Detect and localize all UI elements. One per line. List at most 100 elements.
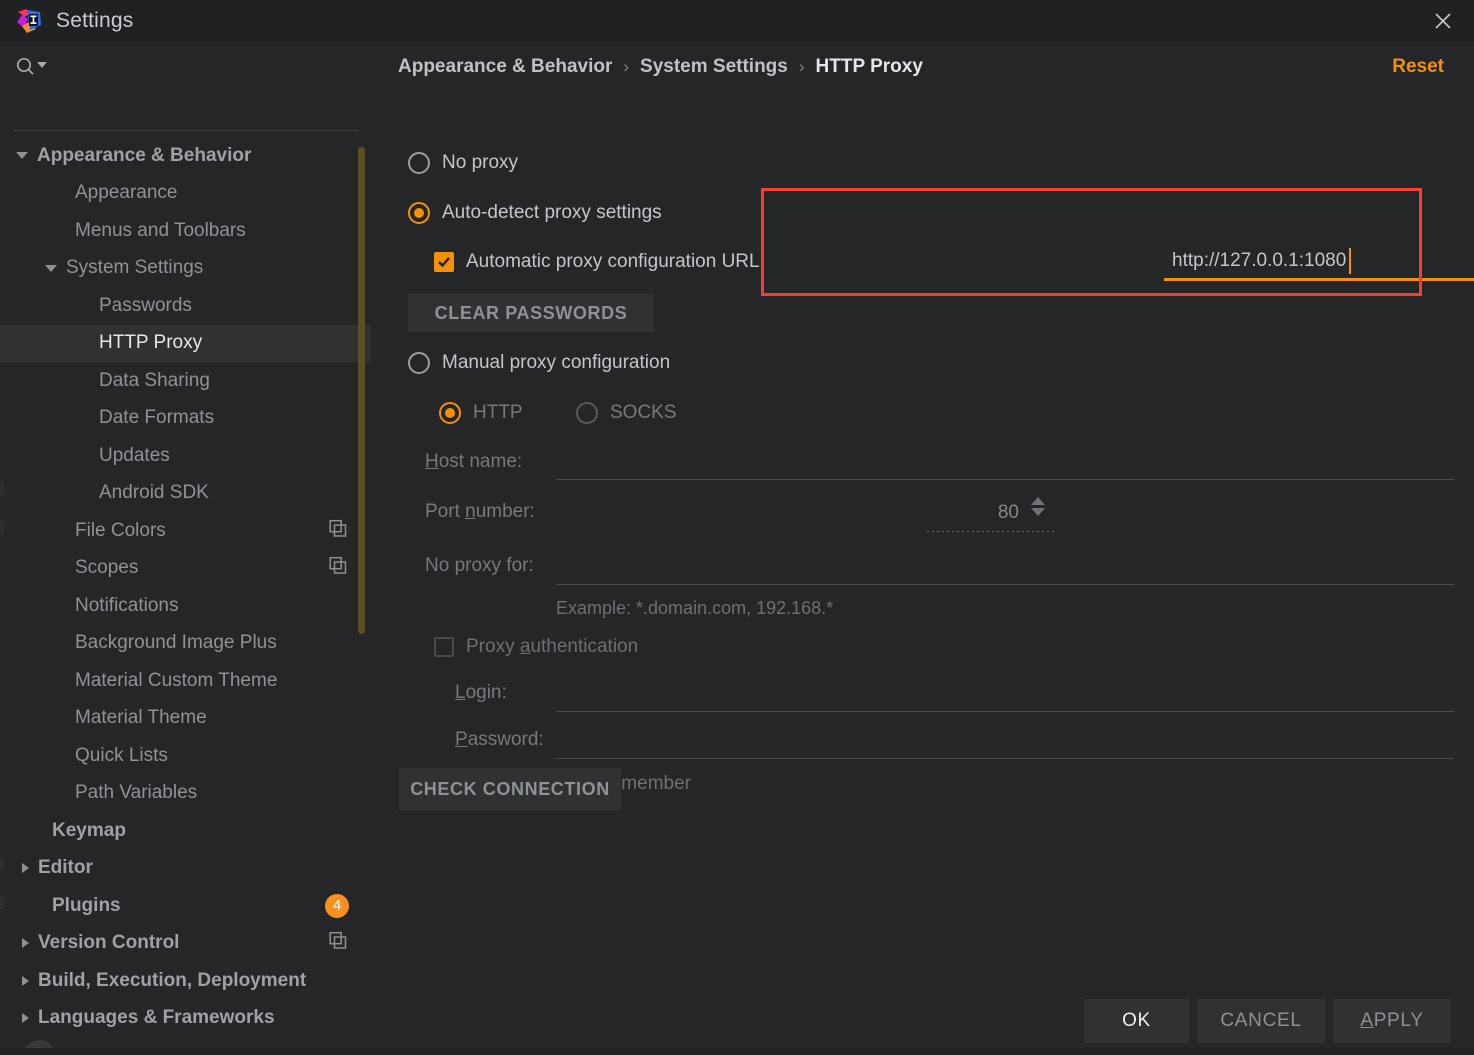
sidebar-item-appearance[interactable]: Appearance: [0, 175, 371, 213]
port-number-label: Port number:: [425, 501, 535, 523]
protocol-socks-radio[interactable]: [576, 402, 598, 424]
breadcrumb-separator: ›: [798, 57, 805, 76]
chevron-right-icon[interactable]: [22, 938, 29, 949]
breadcrumb-level-2[interactable]: System Settings: [640, 56, 788, 78]
copy-icon[interactable]: [329, 557, 347, 580]
background-editor-strip: [0, 1048, 1474, 1055]
no-proxy-for-label: No proxy for:: [425, 555, 534, 576]
protocol-socks-label: SOCKS: [610, 402, 677, 423]
auto-detect-radio[interactable]: [408, 202, 430, 224]
close-icon[interactable]: [1412, 0, 1474, 42]
password-input[interactable]: [556, 726, 1454, 756]
sidebar-item-keymap[interactable]: Keymap: [0, 812, 371, 850]
password-underline: [556, 758, 1454, 759]
sidebar-item-version-control[interactable]: Version Control: [0, 925, 371, 963]
sidebar-item-file-colors[interactable]: File Colors: [0, 512, 371, 550]
sidebar-item-label: Plugins: [52, 894, 121, 916]
chevron-down-icon[interactable]: [1031, 508, 1045, 516]
chevron-right-icon[interactable]: [22, 975, 29, 986]
sidebar-item-quick-lists[interactable]: Quick Lists: [0, 737, 371, 775]
search-icon[interactable]: [15, 55, 49, 79]
clear-passwords-button[interactable]: CLEAR PASSWORDS: [408, 294, 654, 332]
sidebar-item-appearance-behavior[interactable]: Appearance & Behavior: [0, 137, 371, 175]
chevron-down-icon[interactable]: [45, 264, 57, 272]
sidebar-item-path-variables[interactable]: Path Variables: [0, 775, 371, 813]
search-divider: [13, 130, 359, 131]
manual-proxy-radio[interactable]: [408, 352, 430, 374]
sidebar-item-material-theme[interactable]: Material Theme: [0, 700, 371, 738]
proxy-auth-checkbox[interactable]: [434, 637, 454, 657]
sidebar-item-label: System Settings: [66, 257, 204, 279]
auto-config-checkbox-row[interactable]: Automatic proxy configuration URL:: [434, 251, 765, 273]
sidebar-item-passwords[interactable]: Passwords: [0, 287, 371, 325]
auto-config-label: Automatic proxy configuration URL:: [466, 251, 765, 272]
sidebar-item-label: Updates: [99, 444, 170, 466]
copy-icon[interactable]: [329, 932, 347, 955]
sidebar-item-label: Notifications: [75, 594, 179, 616]
protocol-http-radio-row[interactable]: HTTP: [439, 402, 523, 424]
no-proxy-radio-row[interactable]: No proxy: [408, 152, 518, 174]
proxy-auth-checkbox-row[interactable]: Proxy authentication: [434, 636, 638, 658]
sidebar-item-updates[interactable]: Updates: [0, 437, 371, 475]
no-proxy-for-input[interactable]: [556, 552, 1474, 582]
sidebar-item-menus-and-toolbars[interactable]: Menus and Toolbars: [0, 212, 371, 250]
sidebar-item-material-custom-theme[interactable]: Material Custom Theme: [0, 662, 371, 700]
edge-marker: [0, 482, 4, 496]
protocol-socks-radio-row[interactable]: SOCKS: [576, 402, 677, 424]
host-name-input[interactable]: [556, 447, 1454, 477]
window-title: Settings: [56, 9, 134, 32]
auto-config-checkbox[interactable]: [434, 252, 454, 272]
ok-button[interactable]: OK: [1084, 999, 1189, 1043]
sidebar-item-plugins[interactable]: Plugins 4: [0, 887, 371, 925]
sidebar-item-system-settings[interactable]: System Settings: [0, 250, 371, 288]
host-name-label: Host name:: [425, 451, 522, 473]
protocol-http-radio[interactable]: [439, 402, 461, 424]
sidebar-item-editor[interactable]: Editor: [0, 850, 371, 888]
protocol-http-label: HTTP: [473, 402, 523, 423]
cancel-button[interactable]: CANCEL: [1197, 999, 1325, 1043]
sidebar-item-label: Keymap: [52, 819, 126, 841]
password-mnemonic: P: [455, 729, 468, 750]
login-input[interactable]: [556, 679, 1454, 709]
proxy-auth-mnemonic: a: [519, 636, 531, 657]
edge-marker: [0, 895, 4, 909]
no-proxy-radio[interactable]: [408, 152, 430, 174]
port-number-input[interactable]: [927, 498, 1019, 528]
sidebar-scrollbar[interactable]: [358, 147, 365, 634]
chevron-right-icon[interactable]: [22, 863, 29, 874]
sidebar-item-scopes[interactable]: Scopes: [0, 550, 371, 588]
sidebar-item-label: Appearance: [75, 182, 178, 204]
chevron-down-icon[interactable]: [37, 62, 47, 68]
copy-icon[interactable]: [329, 519, 347, 542]
chevron-up-icon[interactable]: [1031, 497, 1045, 505]
login-underline: [556, 711, 1454, 712]
sidebar-item-http-proxy[interactable]: HTTP Proxy: [0, 324, 371, 362]
check-connection-button[interactable]: CHECK CONNECTION: [399, 768, 621, 810]
search-input[interactable]: [56, 56, 352, 82]
sidebar-item-label: Version Control: [38, 932, 180, 954]
breadcrumb-separator: ›: [623, 57, 630, 76]
manual-proxy-radio-row[interactable]: Manual proxy configuration: [408, 352, 670, 374]
port-number-label-post: umber:: [475, 501, 535, 522]
host-name-underline: [556, 479, 1454, 480]
apply-label-post: PPLY: [1373, 1010, 1424, 1031]
sidebar-item-background-image-plus[interactable]: Background Image Plus: [0, 625, 371, 663]
port-number-label-pre: Port: [425, 501, 466, 522]
sidebar-item-notifications[interactable]: Notifications: [0, 587, 371, 625]
auto-detect-radio-row[interactable]: Auto-detect proxy settings: [408, 202, 662, 224]
reset-link[interactable]: Reset: [1392, 56, 1444, 78]
sidebar-item-date-formats[interactable]: Date Formats: [0, 400, 371, 438]
auto-config-url-input[interactable]: [1164, 247, 1474, 281]
chevron-down-icon[interactable]: [16, 152, 28, 160]
proxy-auth-label: Proxy authentication: [466, 636, 638, 658]
breadcrumb-level-1[interactable]: Appearance & Behavior: [398, 56, 612, 78]
port-number-stepper[interactable]: [1031, 497, 1045, 516]
proxy-auth-label-pre: Proxy: [466, 636, 520, 657]
no-proxy-for-underline: [556, 584, 1454, 585]
sidebar-item-android-sdk[interactable]: Android SDK: [0, 475, 371, 513]
login-mnemonic: L: [455, 682, 466, 703]
sidebar-item-data-sharing[interactable]: Data Sharing: [0, 362, 371, 400]
host-name-label-text: ost name:: [438, 451, 523, 472]
apply-button[interactable]: A PPLY: [1333, 999, 1451, 1043]
example-hint: Example: *.domain.com, 192.168.*: [556, 598, 834, 618]
